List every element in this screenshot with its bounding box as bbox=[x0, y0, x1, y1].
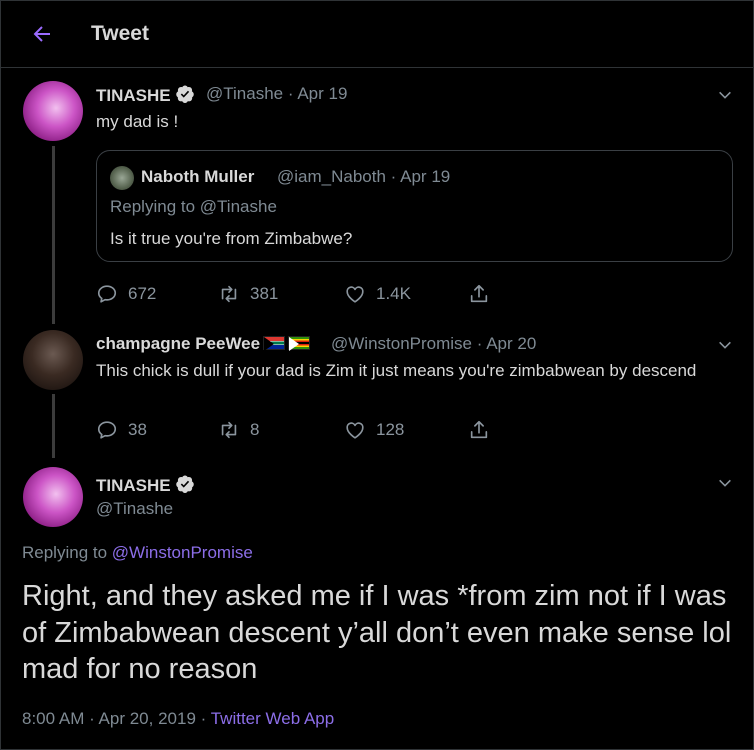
chevron-down-icon[interactable] bbox=[717, 475, 733, 491]
tweet-actions: 672 381 1.4K bbox=[96, 283, 496, 307]
author-handle[interactable]: @Tinashe bbox=[206, 84, 283, 103]
zimbabwe-flag-icon bbox=[288, 336, 311, 351]
chevron-down-icon[interactable] bbox=[717, 87, 733, 103]
tweet-actions: 38 8 128 bbox=[96, 419, 496, 443]
share-icon bbox=[470, 284, 488, 303]
quote-date: Apr 19 bbox=[400, 167, 451, 186]
like-icon bbox=[346, 422, 364, 439]
retweet-button[interactable]: 381 bbox=[218, 283, 278, 305]
reply-icon bbox=[97, 285, 117, 303]
page-title: Tweet bbox=[91, 22, 149, 45]
reply-icon bbox=[97, 421, 117, 439]
tweet-date[interactable]: Apr 20 bbox=[486, 334, 536, 353]
back-arrow-icon[interactable] bbox=[30, 22, 54, 46]
retweet-count: 381 bbox=[250, 284, 279, 303]
author-name[interactable]: champagne PeeWee bbox=[96, 334, 311, 354]
replying-handle-link[interactable]: @WinstonPromise bbox=[112, 543, 253, 562]
replying-to: Replying to @WinstonPromise bbox=[22, 543, 253, 563]
tweet-meta: @Tinashe · Apr 19 bbox=[206, 84, 347, 104]
avatar[interactable] bbox=[23, 81, 83, 141]
thread-line bbox=[52, 394, 55, 458]
reply-button[interactable]: 38 bbox=[96, 419, 147, 441]
tweet-timestamp-row: 8:00 AM · Apr 20, 2019 · Twitter Web App bbox=[22, 709, 334, 729]
like-icon bbox=[346, 286, 364, 303]
separator: · bbox=[287, 84, 294, 103]
retweet-icon bbox=[221, 421, 237, 439]
tweet-meta: @WinstonPromise · Apr 20 bbox=[331, 334, 536, 354]
like-button[interactable]: 128 bbox=[344, 419, 404, 441]
like-count: 1.4K bbox=[376, 284, 411, 303]
author-name-text: TINASHE bbox=[96, 476, 171, 495]
avatar[interactable] bbox=[23, 467, 83, 527]
author-handle[interactable]: @Tinashe bbox=[96, 499, 173, 519]
author-handle[interactable]: @WinstonPromise bbox=[331, 334, 472, 353]
replying-label: Replying to bbox=[22, 543, 108, 562]
tweet-timestamp[interactable]: 8:00 AM · Apr 20, 2019 bbox=[22, 709, 196, 728]
verified-icon bbox=[175, 85, 194, 103]
thread-line bbox=[52, 146, 55, 324]
south-africa-flag-icon bbox=[263, 336, 286, 351]
tweet-text: This chick is dull if your dad is Zim it… bbox=[96, 361, 697, 380]
author-name-text: TINASHE bbox=[96, 86, 171, 105]
reply-button[interactable]: 672 bbox=[96, 283, 156, 305]
avatar bbox=[110, 166, 134, 190]
author-name-text: champagne PeeWee bbox=[96, 334, 261, 353]
header: Tweet bbox=[0, 0, 754, 68]
quote-handle: @iam_Naboth bbox=[277, 167, 386, 186]
separator: · bbox=[390, 167, 397, 186]
separator: · bbox=[476, 334, 483, 353]
chevron-down-icon[interactable] bbox=[717, 337, 733, 353]
reply-count: 672 bbox=[128, 284, 157, 303]
separator: · bbox=[200, 709, 207, 728]
quote-author-name: Naboth Muller bbox=[141, 167, 255, 186]
tweet-source-link[interactable]: Twitter Web App bbox=[211, 709, 334, 728]
main-tweet-text: Right, and they asked me if I was *from … bbox=[22, 580, 732, 685]
author-name[interactable]: TINASHE bbox=[96, 84, 195, 106]
retweet-button[interactable]: 8 bbox=[218, 419, 259, 441]
share-icon bbox=[470, 420, 488, 439]
author-name[interactable]: TINASHE bbox=[96, 474, 195, 496]
tweet-date[interactable]: Apr 19 bbox=[297, 84, 347, 103]
retweet-count: 8 bbox=[250, 420, 260, 439]
avatar[interactable] bbox=[23, 330, 83, 390]
tweet-text: my dad is ! bbox=[96, 112, 179, 131]
like-count: 128 bbox=[376, 420, 405, 439]
quoted-tweet[interactable]: Naboth Muller @iam_Naboth · Apr 19 Reply… bbox=[96, 150, 733, 262]
share-button[interactable] bbox=[468, 283, 500, 305]
replying-label: Replying to bbox=[110, 197, 196, 216]
verified-icon bbox=[175, 475, 194, 493]
replying-handle: @Tinashe bbox=[199, 197, 277, 216]
share-button[interactable] bbox=[468, 419, 500, 441]
reply-count: 38 bbox=[128, 420, 147, 439]
retweet-icon bbox=[221, 285, 237, 303]
quote-text: Is it true you're from Zimbabwe? bbox=[110, 229, 353, 248]
quote-replying: Replying to @Tinashe bbox=[110, 197, 277, 217]
quote-meta: @iam_Naboth · Apr 19 bbox=[277, 167, 450, 187]
like-button[interactable]: 1.4K bbox=[344, 283, 411, 305]
